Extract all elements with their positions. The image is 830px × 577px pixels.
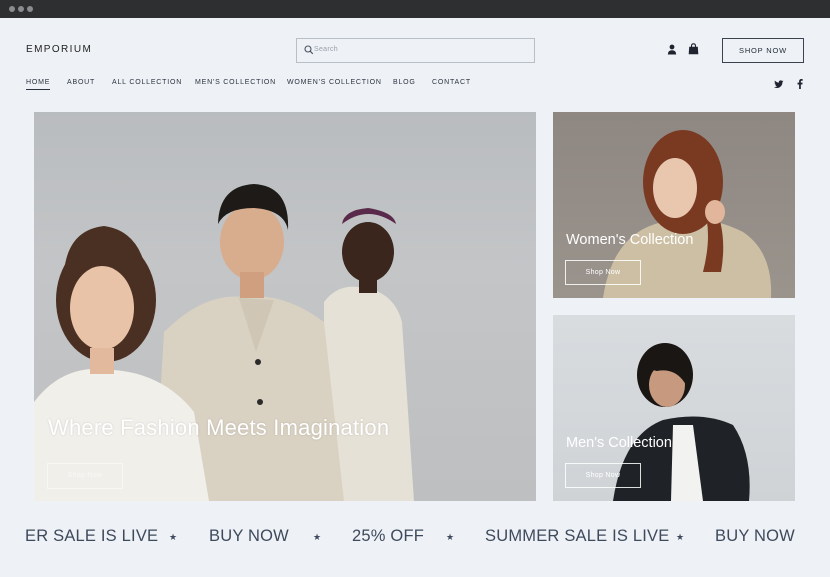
twitter-icon[interactable] [774,80,784,89]
womens-collection-card[interactable]: Women's Collection Shop Now [553,112,795,298]
marquee-star-icon: ★ [446,532,455,542]
marquee-item: ER SALE IS LIVE [25,527,159,545]
nav-item-blog[interactable]: BLOG [393,79,416,86]
window-maximize-dot[interactable] [27,6,33,12]
shop-now-button[interactable]: SHOP NOW [722,38,804,63]
shopping-bag-icon[interactable] [688,43,699,55]
search-input[interactable]: Search [296,38,535,63]
nav-item-about[interactable]: ABOUT [67,79,95,86]
nav-item-mens-collection[interactable]: MEN'S COLLECTION [195,79,276,86]
mens-collection-title: Men's Collection [566,435,672,451]
womens-collection-title: Women's Collection [566,232,694,248]
marquee-item: BUY NOW [209,527,289,545]
nav-item-womens-collection[interactable]: WOMEN'S COLLECTION [287,79,382,86]
page: EMPORIUM Search SHOP NOW HOME ABOUT ALL … [0,18,830,577]
brand-logo[interactable]: EMPORIUM [26,44,92,55]
womens-shop-now-button[interactable]: Shop Now [565,260,641,285]
marquee-star-icon: ★ [676,532,685,542]
hero-photo-models [34,184,414,501]
hero-title: Where Fashion Meets Imagination [48,415,390,440]
marquee-star-icon: ★ [169,532,178,542]
window-close-dot[interactable] [9,6,15,12]
nav-item-contact[interactable]: CONTACT [432,79,471,86]
mens-shop-now-button[interactable]: Shop Now [565,463,641,488]
promo-marquee: ER SALE IS LIVE ★ BUY NOW ★ 25% OFF ★ SU… [0,527,830,553]
mens-collection-card[interactable]: Men's Collection Shop Now [553,315,795,501]
marquee-item: SUMMER SALE IS LIVE [485,527,670,545]
hero-banner: Where Fashion Meets Imagination Shop Now [34,112,536,501]
search-placeholder: Search [314,46,338,53]
browser-titlebar [0,0,830,18]
facebook-icon[interactable] [797,79,803,89]
nav-item-home[interactable]: HOME [26,79,51,90]
hero-shop-now-button[interactable]: Shop Now [47,463,123,489]
marquee-star-icon: ★ [313,532,322,542]
marquee-item: BUY NOW [715,527,795,545]
user-icon[interactable] [667,44,677,55]
window-minimize-dot[interactable] [18,6,24,12]
marquee-item: 25% OFF [352,527,425,545]
nav-item-all-collection[interactable]: ALL COLLECTION [112,79,182,86]
